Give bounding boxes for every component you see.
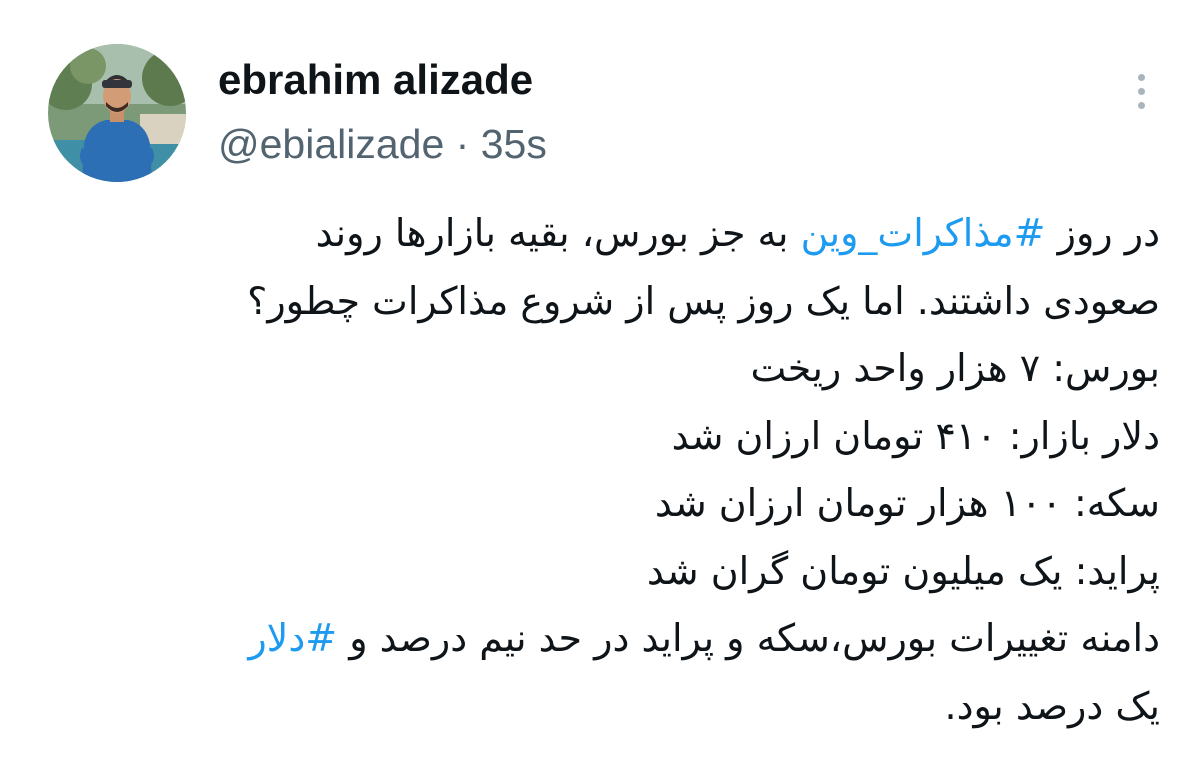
tweet-line: پراید: یک میلیون تومان گران شد — [646, 548, 1160, 593]
tweet-line: دلار بازار: ۴۱۰ تومان ارزان شد — [671, 413, 1160, 458]
author-avatar[interactable] — [48, 44, 186, 182]
hashtag-link[interactable]: #مذاکرات_وین — [801, 211, 1046, 255]
author-handle[interactable]: @ebializade — [218, 121, 444, 167]
text-segment: در روز — [1045, 211, 1160, 255]
text-segment: به جز بورس، بقیه بازارها روند — [315, 211, 801, 255]
hashtag-link[interactable]: #دلار — [248, 616, 337, 660]
text-segment: دامنه تغییرات بورس،سکه و پراید در حد نیم… — [337, 616, 1160, 660]
tweet-card[interactable]: ebrahim alizade @ebializade · 35s در روز… — [0, 0, 1200, 770]
tweet-line: یک درصد بود. — [944, 683, 1160, 728]
meta-separator: · — [455, 121, 470, 167]
tweet-line: صعودی داشتند. اما یک روز پس از شروع مذاک… — [247, 278, 1160, 323]
tweet-text: در روز #مذاکرات_وین به جز بورس، بقیه باز… — [40, 200, 1160, 740]
more-options-button[interactable] — [1124, 70, 1160, 114]
author-display-name[interactable]: ebrahim alizade — [218, 52, 533, 108]
author-meta: @ebializade · 35s — [218, 116, 547, 172]
tweet-timestamp[interactable]: 35s — [481, 121, 547, 167]
tweet-line: بورس: ۷ هزار واحد ریخت — [750, 346, 1160, 390]
tweet-line: سکه: ۱۰۰ هزار تومان ارزان شد — [654, 481, 1160, 525]
avatar-photo — [48, 44, 186, 182]
tweet-line: دامنه تغییرات بورس،سکه و پراید در حد نیم… — [40, 605, 1160, 673]
tweet-line: در روز #مذاکرات_وین به جز بورس، بقیه باز… — [40, 200, 1160, 268]
